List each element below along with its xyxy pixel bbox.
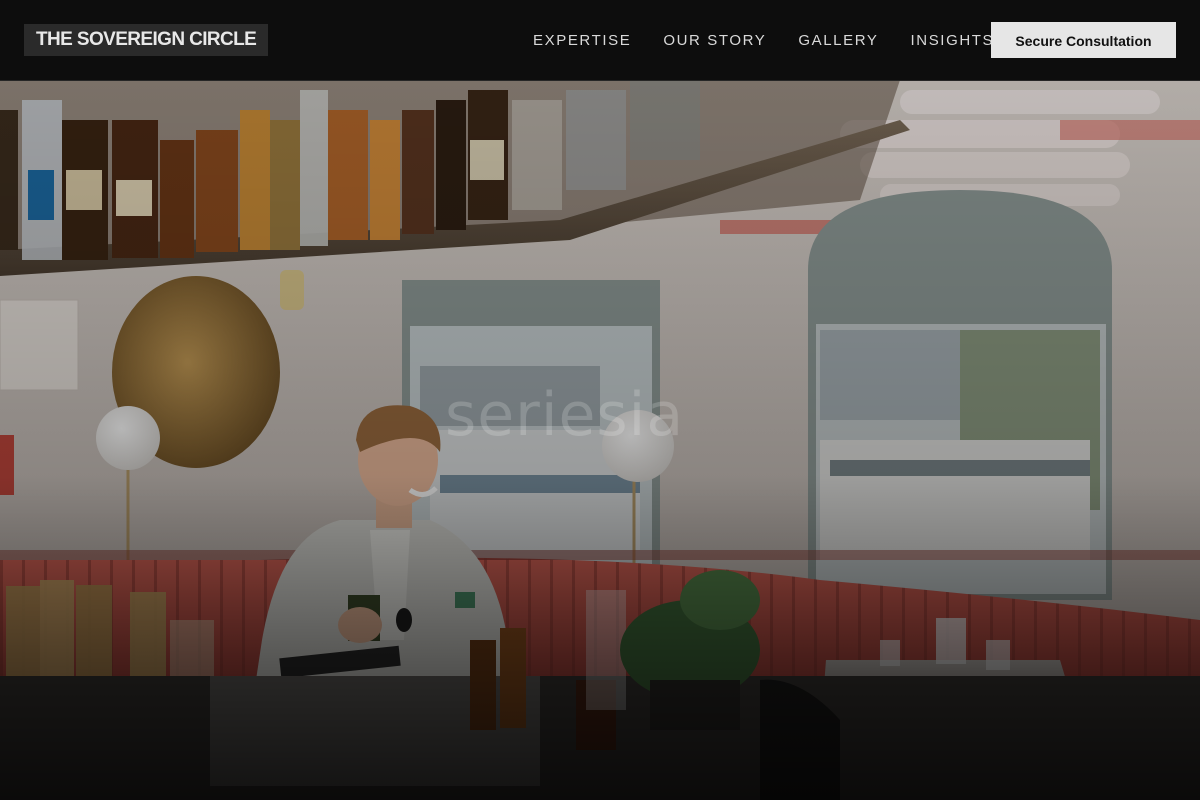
secure-consultation-button[interactable]: Secure Consultation [991, 22, 1176, 58]
nav-link-our-story[interactable]: OUR STORY [663, 32, 766, 49]
hero-section: seriesia [0, 80, 1200, 800]
nav-link-expertise[interactable]: EXPERTISE [533, 32, 631, 49]
primary-nav: EXPERTISE OUR STORY GALLERY INSIGHTS [533, 0, 994, 80]
brand-logo[interactable]: THE SOVEREIGN CIRCLE [24, 24, 269, 56]
window-right [808, 190, 1112, 600]
image-watermark: seriesia [445, 380, 685, 450]
nav-link-insights[interactable]: INSIGHTS [911, 32, 995, 49]
nav-link-gallery[interactable]: GALLERY [798, 32, 878, 49]
landing-page: THE SOVEREIGN CIRCLE EXPERTISE OUR STORY… [0, 0, 1200, 800]
top-navigation-bar: THE SOVEREIGN CIRCLE EXPERTISE OUR STORY… [0, 0, 1200, 81]
